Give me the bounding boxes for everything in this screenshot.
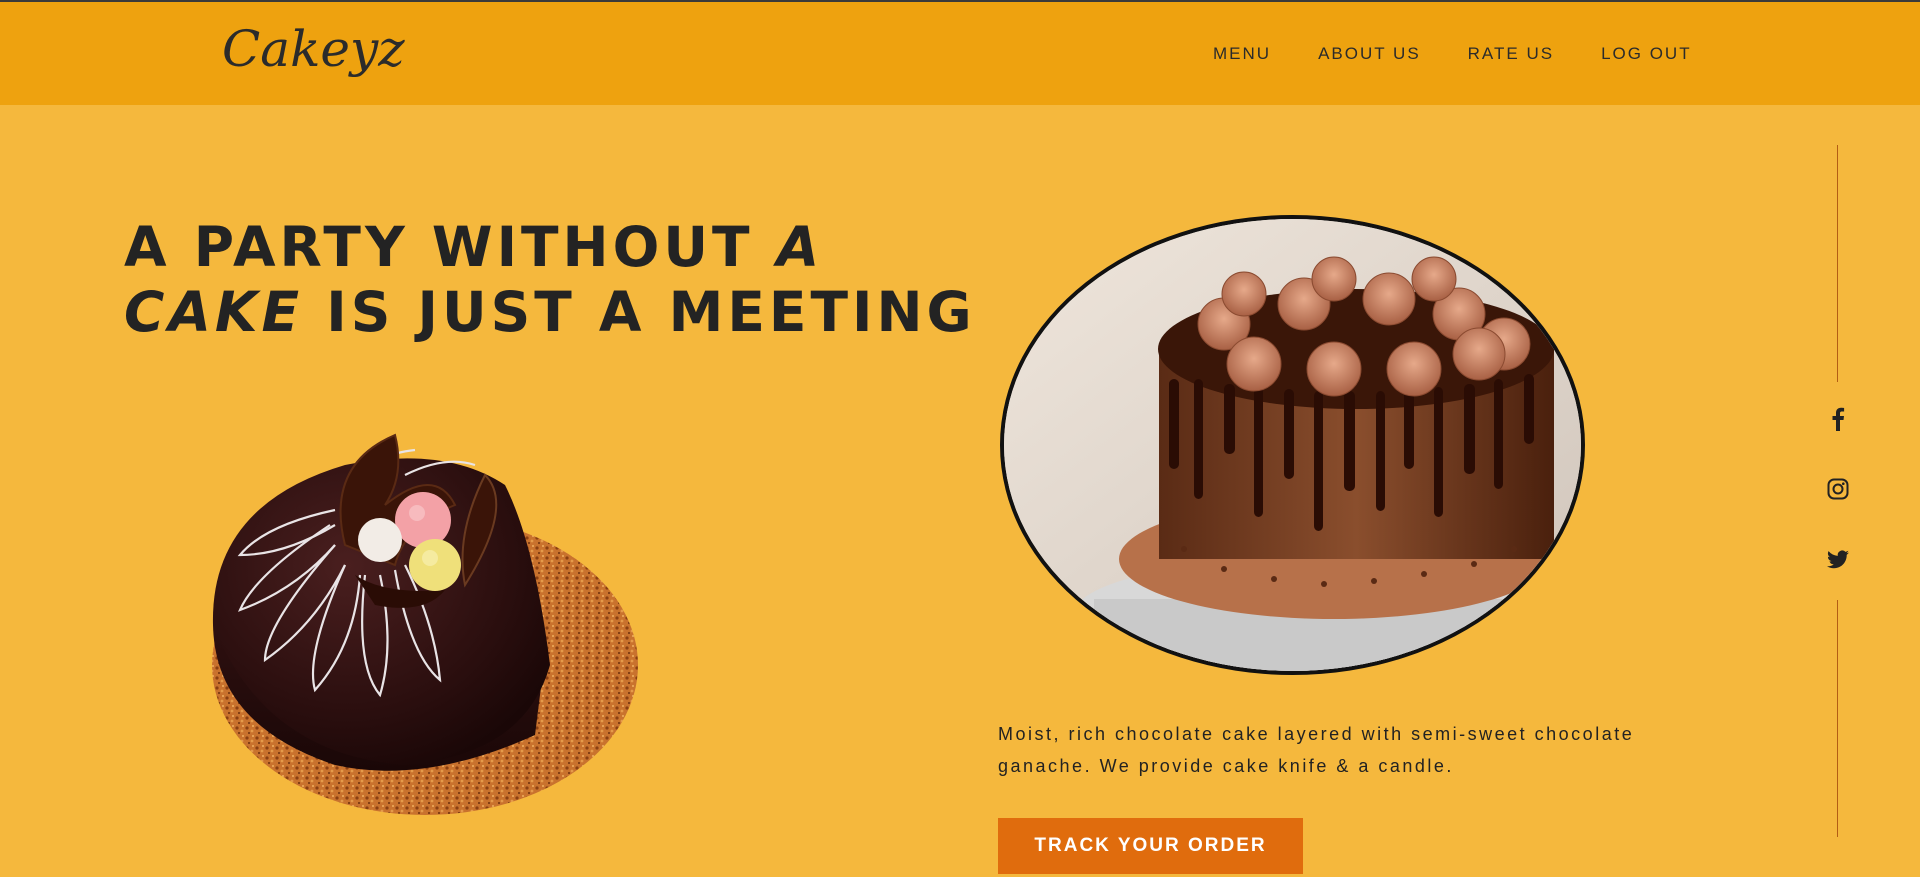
headline-line-2: CAKE IS JUST A MEETING [124,280,976,345]
instagram-icon[interactable] [1823,474,1853,504]
site-header: Cakeyz MENU ABOUT US RATE US LOG OUT [0,2,1920,105]
drip-cake-image [1000,215,1585,675]
facebook-glyph [1832,407,1845,431]
nav-item-rate-us[interactable]: RATE US [1468,44,1554,64]
brand-logo[interactable]: Cakeyz [222,20,405,78]
chocolate-cake-image [212,433,638,815]
twitter-glyph [1827,549,1849,568]
instagram-glyph [1827,478,1849,500]
headline-line-1: A PARTY WITHOUT A [124,215,976,280]
social-divider-bottom [1837,600,1838,837]
facebook-icon[interactable] [1823,404,1853,434]
drip-cake-illustration [1004,219,1581,671]
twitter-icon[interactable] [1823,544,1853,574]
headline-text: A PARTY WITHOUT [124,215,777,279]
nav-item-menu[interactable]: MENU [1213,44,1271,64]
headline-text: IS JUST A MEETING [303,280,976,344]
social-divider-top [1837,145,1838,382]
nav-item-log-out[interactable]: LOG OUT [1601,44,1692,64]
main-nav: MENU ABOUT US RATE US LOG OUT [1213,44,1739,64]
cake-description: Moist, rich chocolate cake layered with … [998,724,1635,776]
track-order-button[interactable]: TRACK YOUR ORDER [998,818,1303,874]
headline-emphasis: CAKE [124,280,304,344]
headline-emphasis: A [776,215,824,279]
hero-headline: A PARTY WITHOUT A CAKE IS JUST A MEETING [124,215,976,345]
nav-item-about-us[interactable]: ABOUT US [1318,44,1421,64]
